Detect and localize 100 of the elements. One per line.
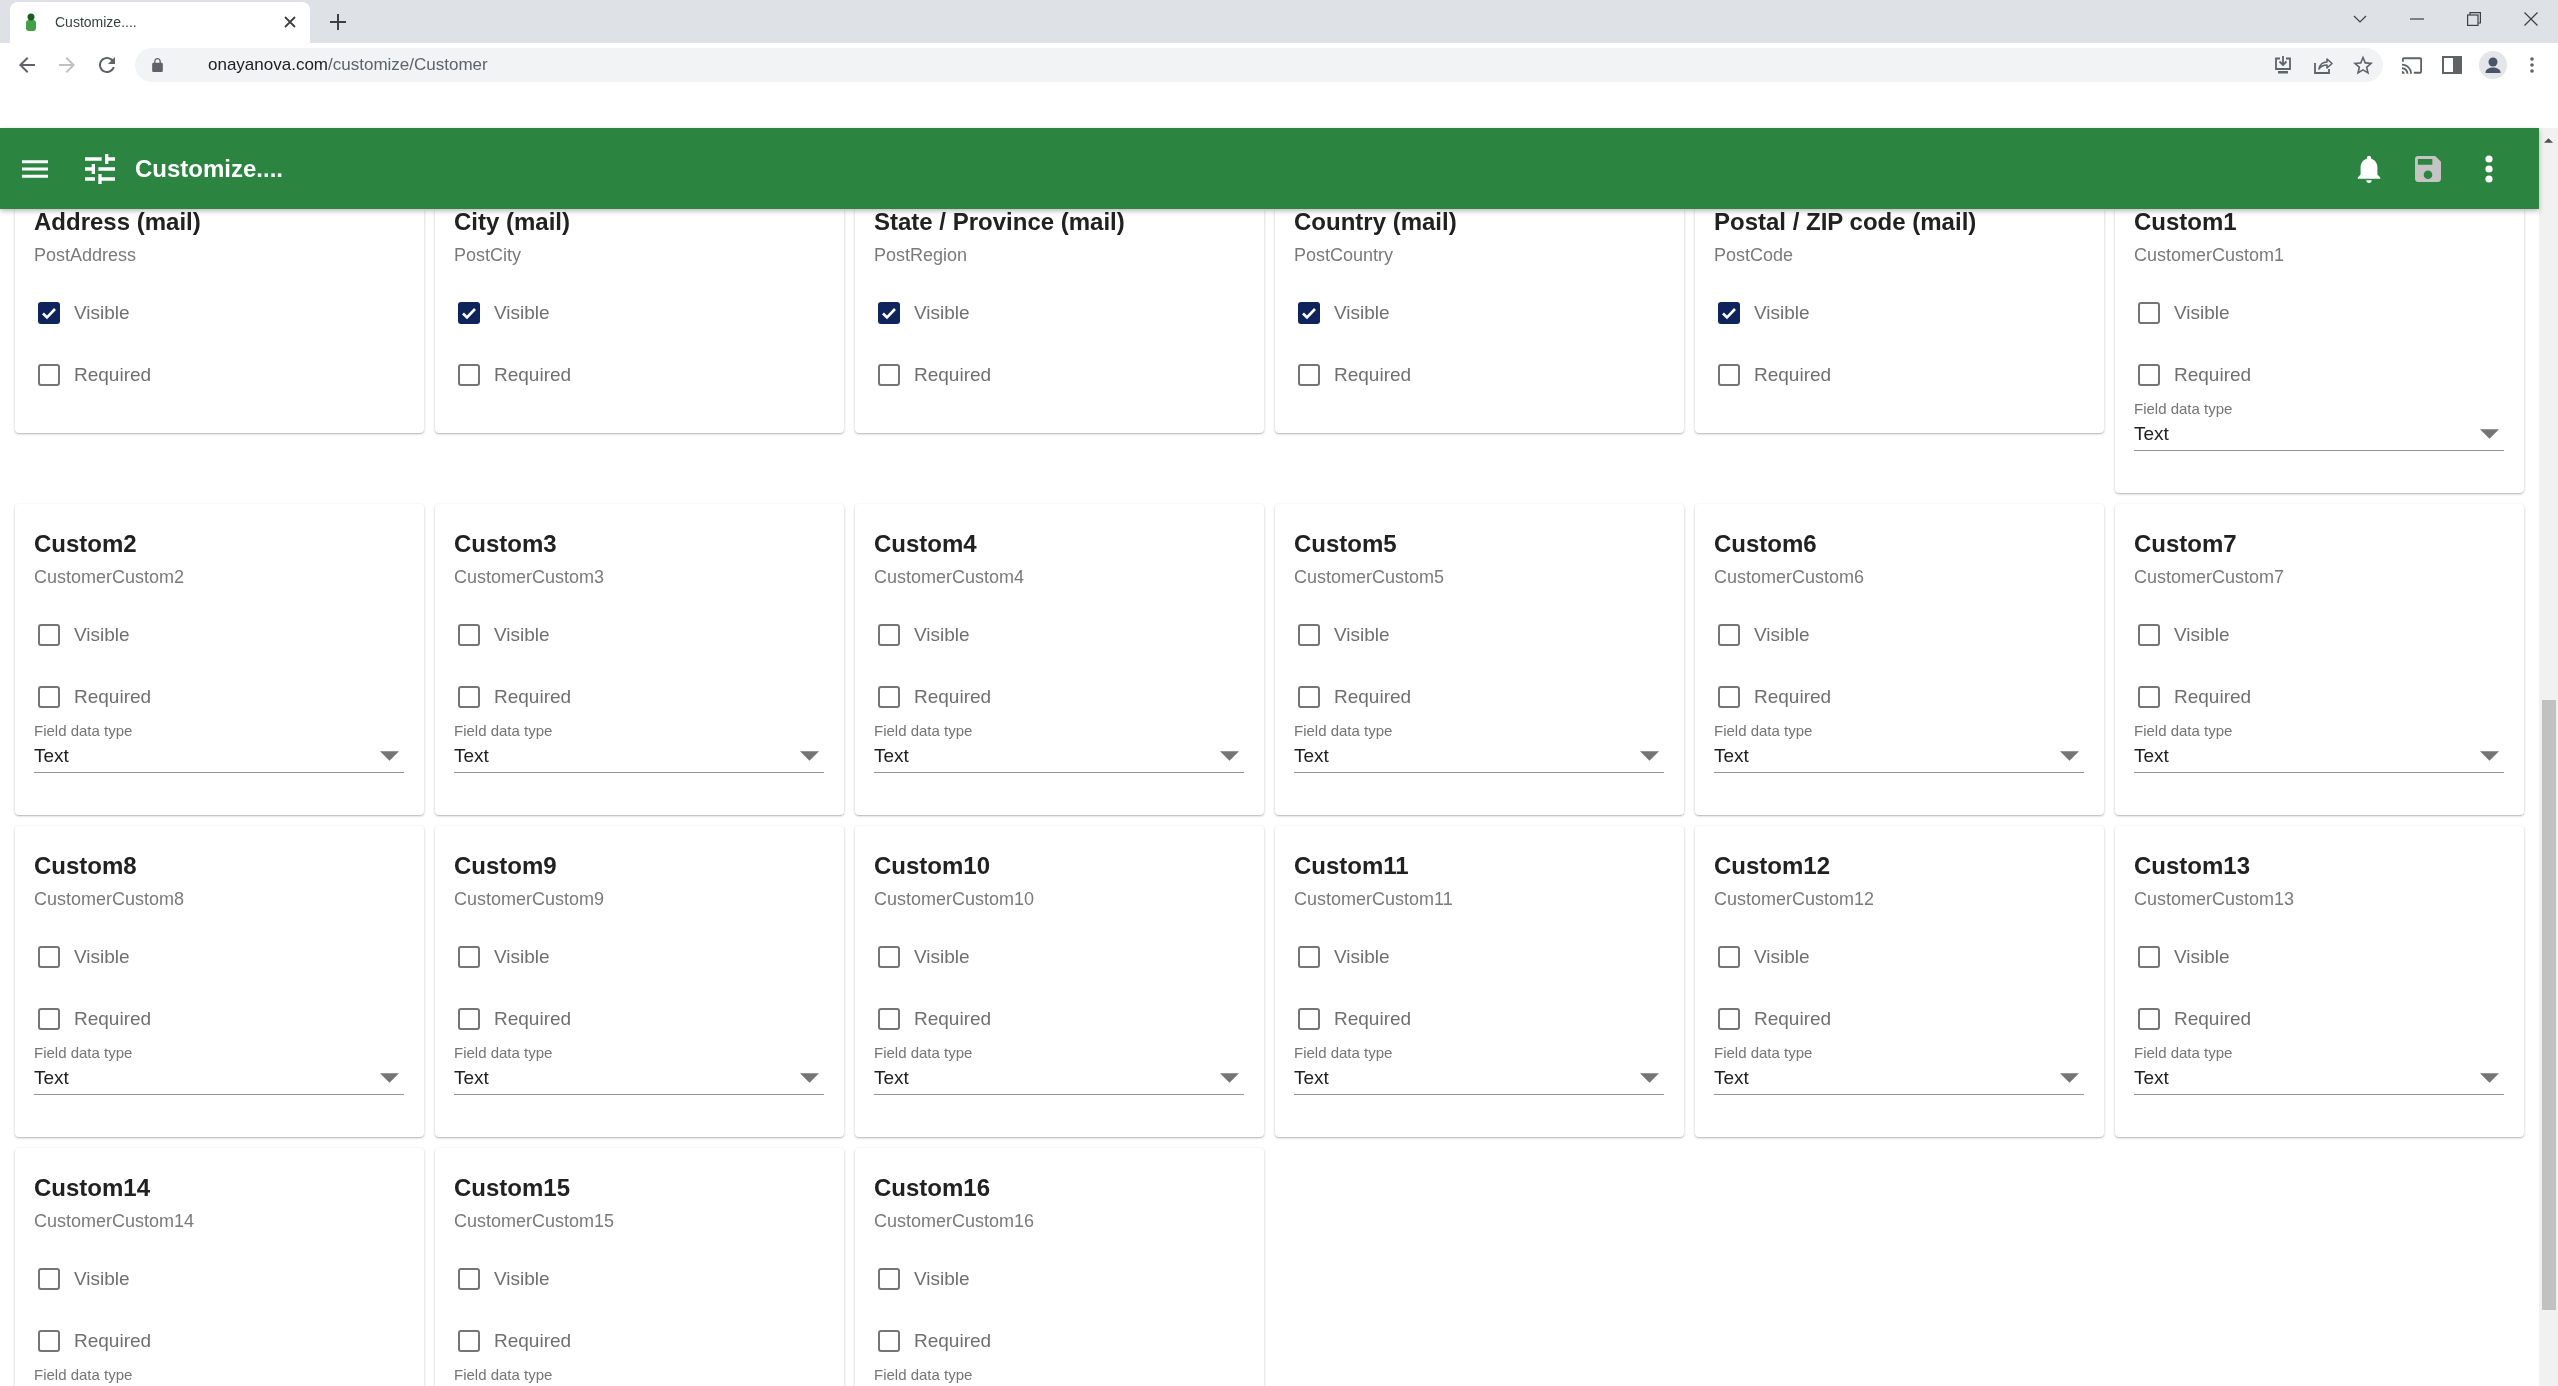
checkbox-label[interactable]: Visible: [1334, 302, 1390, 324]
checkbox[interactable]: [878, 1008, 900, 1030]
checkbox-label[interactable]: Required: [1334, 364, 1412, 386]
checkbox[interactable]: [458, 946, 480, 968]
checkbox-label[interactable]: Required: [2174, 1008, 2252, 1030]
checkbox[interactable]: [878, 364, 900, 386]
install-icon[interactable]: [2273, 55, 2293, 75]
checkbox[interactable]: [1298, 364, 1320, 386]
data-type-select[interactable]: Field data type: [34, 1366, 404, 1384]
back-icon[interactable]: [19, 57, 35, 73]
scroll-up-icon[interactable]: [2544, 138, 2553, 143]
checkbox-label[interactable]: Visible: [1334, 624, 1390, 646]
checkbox-label[interactable]: Visible: [2174, 624, 2230, 646]
data-type-select[interactable]: Field data type Text: [34, 1044, 404, 1095]
checkbox[interactable]: [1298, 302, 1320, 324]
checkbox[interactable]: [1298, 946, 1320, 968]
caret-icon[interactable]: [2060, 751, 2079, 761]
checkbox-label[interactable]: Required: [74, 1008, 152, 1030]
data-type-select[interactable]: Field data type Text: [1714, 1044, 2084, 1095]
checkbox-label[interactable]: Required: [1334, 686, 1412, 708]
checkbox[interactable]: [38, 302, 60, 324]
checkbox-label[interactable]: Required: [914, 1330, 992, 1352]
scrollbar[interactable]: [2539, 128, 2558, 1386]
caret-icon[interactable]: [380, 751, 399, 761]
checkbox-label[interactable]: Required: [1334, 1008, 1412, 1030]
caret-icon[interactable]: [1220, 1073, 1239, 1083]
checkbox-label[interactable]: Visible: [1754, 302, 1810, 324]
checkbox-label[interactable]: Visible: [494, 624, 550, 646]
checkbox-label[interactable]: Visible: [1754, 624, 1810, 646]
checkbox[interactable]: [2138, 686, 2160, 708]
checkbox[interactable]: [1718, 364, 1740, 386]
checkbox-label[interactable]: Required: [74, 1330, 152, 1352]
checkbox[interactable]: [2138, 1008, 2160, 1030]
checkbox[interactable]: [2138, 302, 2160, 324]
notifications-icon[interactable]: [2357, 154, 2381, 183]
checkbox[interactable]: [2138, 624, 2160, 646]
checkbox[interactable]: [2138, 946, 2160, 968]
checkbox[interactable]: [878, 946, 900, 968]
checkbox[interactable]: [38, 624, 60, 646]
checkbox[interactable]: [458, 686, 480, 708]
caret-icon[interactable]: [1640, 751, 1659, 761]
checkbox-label[interactable]: Visible: [1754, 946, 1810, 968]
checkbox[interactable]: [1718, 1008, 1740, 1030]
checkbox-label[interactable]: Required: [494, 364, 572, 386]
checkbox-label[interactable]: Visible: [914, 1268, 970, 1290]
checkbox-label[interactable]: Visible: [494, 1268, 550, 1290]
checkbox[interactable]: [878, 1330, 900, 1352]
address-bar[interactable]: onayanova.com/customize/Customer: [135, 48, 2383, 82]
checkbox-label[interactable]: Visible: [74, 946, 130, 968]
checkbox-label[interactable]: Visible: [2174, 302, 2230, 324]
caret-icon[interactable]: [1640, 1073, 1659, 1083]
checkbox[interactable]: [458, 364, 480, 386]
checkbox-label[interactable]: Required: [2174, 686, 2252, 708]
checkbox[interactable]: [1718, 686, 1740, 708]
checkbox-label[interactable]: Required: [494, 1330, 572, 1352]
checkbox-label[interactable]: Visible: [74, 624, 130, 646]
checkbox[interactable]: [878, 686, 900, 708]
caret-icon[interactable]: [2480, 751, 2499, 761]
checkbox[interactable]: [458, 1330, 480, 1352]
data-type-select[interactable]: Field data type: [454, 1366, 824, 1384]
lock-icon[interactable]: [152, 58, 163, 72]
checkbox[interactable]: [1718, 302, 1740, 324]
caret-icon[interactable]: [800, 1073, 819, 1083]
data-type-select[interactable]: Field data type Text: [1294, 1044, 1664, 1095]
checkbox-label[interactable]: Visible: [74, 302, 130, 324]
share-icon[interactable]: [2313, 55, 2333, 75]
cast-icon[interactable]: [2402, 56, 2422, 74]
data-type-select[interactable]: Field data type Text: [1294, 722, 1664, 773]
caret-icon[interactable]: [1220, 751, 1239, 761]
caret-icon[interactable]: [2480, 1073, 2499, 1083]
checkbox-label[interactable]: Required: [2174, 364, 2252, 386]
browser-tab[interactable]: Customize....: [10, 2, 310, 43]
caret-icon[interactable]: [800, 751, 819, 761]
restore-icon[interactable]: [2467, 12, 2481, 26]
checkbox-label[interactable]: Required: [494, 1008, 572, 1030]
data-type-select[interactable]: Field data type Text: [454, 1044, 824, 1095]
checkbox-label[interactable]: Visible: [494, 302, 550, 324]
caret-icon[interactable]: [2480, 429, 2499, 439]
checkbox[interactable]: [1718, 946, 1740, 968]
checkbox[interactable]: [38, 1330, 60, 1352]
checkbox-label[interactable]: Visible: [914, 302, 970, 324]
checkbox-label[interactable]: Required: [74, 364, 152, 386]
checkbox[interactable]: [878, 302, 900, 324]
checkbox[interactable]: [38, 686, 60, 708]
data-type-select[interactable]: Field data type Text: [2134, 722, 2504, 773]
data-type-select[interactable]: Field data type Text: [874, 722, 1244, 773]
checkbox-label[interactable]: Required: [914, 364, 992, 386]
menu-icon[interactable]: [22, 159, 48, 178]
checkbox-label[interactable]: Visible: [914, 624, 970, 646]
data-type-select[interactable]: Field data type Text: [34, 722, 404, 773]
browser-menu-icon[interactable]: [2530, 57, 2534, 73]
avatar-icon[interactable]: [2479, 51, 2507, 79]
checkbox-label[interactable]: Required: [1754, 686, 1832, 708]
checkbox-label[interactable]: Required: [74, 686, 152, 708]
reload-icon[interactable]: [99, 57, 115, 73]
checkbox[interactable]: [1718, 624, 1740, 646]
checkbox-label[interactable]: Required: [914, 686, 992, 708]
checkbox-label[interactable]: Required: [914, 1008, 992, 1030]
tab-title[interactable]: Customize....: [55, 13, 284, 30]
checkbox[interactable]: [458, 1268, 480, 1290]
